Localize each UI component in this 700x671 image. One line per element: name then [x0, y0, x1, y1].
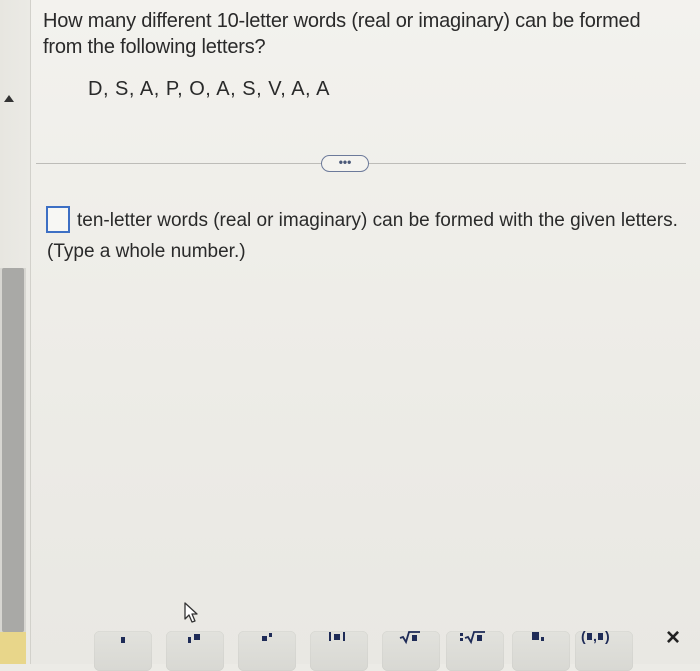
scrollbar-track[interactable] [0, 268, 26, 664]
panel-divider [30, 0, 31, 664]
answer-hint: (Type a whole number.) [47, 241, 246, 262]
ordered-pair-tool-button[interactable]: ( , ) [575, 631, 633, 671]
exponent-tool-icon [262, 633, 272, 641]
left-rail [0, 0, 30, 664]
math-toolbar: ( , ) [30, 629, 700, 671]
subscript-tool-icon [532, 632, 544, 641]
question-text: How many different 10-letter words (real… [43, 10, 641, 58]
answer-input[interactable] [46, 206, 70, 233]
scrollbar-accent [0, 632, 26, 664]
letters-list: D, S, A, P, O, A, S, V, A, A [88, 78, 330, 100]
fraction-tool-button[interactable] [94, 631, 152, 671]
fraction-tool-icon [121, 637, 125, 643]
mouse-pointer-icon [184, 602, 198, 623]
subscript-tool-button[interactable] [512, 631, 570, 671]
close-toolbar-button[interactable]: × [660, 625, 686, 651]
answer-suffix: ten-letter words (real or imaginary) can… [77, 210, 678, 231]
square-root-tool-icon [399, 631, 420, 645]
answer-row: ten-letter words (real or imaginary) can… [46, 206, 686, 233]
more-options-button[interactable]: ••• [321, 155, 369, 172]
square-root-tool-button[interactable] [382, 631, 440, 671]
svg-text:,: , [593, 631, 597, 644]
nth-root-tool-icon [460, 631, 485, 645]
ordered-pair-tool-icon: ( , ) [581, 631, 610, 644]
mixed-number-tool-icon [188, 634, 200, 643]
absolute-value-tool-icon [329, 632, 345, 641]
mixed-number-tool-button[interactable] [166, 631, 224, 671]
svg-text:(: ( [581, 631, 586, 644]
svg-text:): ) [605, 631, 610, 644]
exponent-tool-button[interactable] [238, 631, 296, 671]
absolute-value-tool-button[interactable] [310, 631, 368, 671]
collapse-arrow-icon[interactable] [4, 95, 14, 102]
nth-root-tool-button[interactable] [446, 631, 504, 671]
scrollbar-thumb[interactable] [2, 268, 24, 632]
